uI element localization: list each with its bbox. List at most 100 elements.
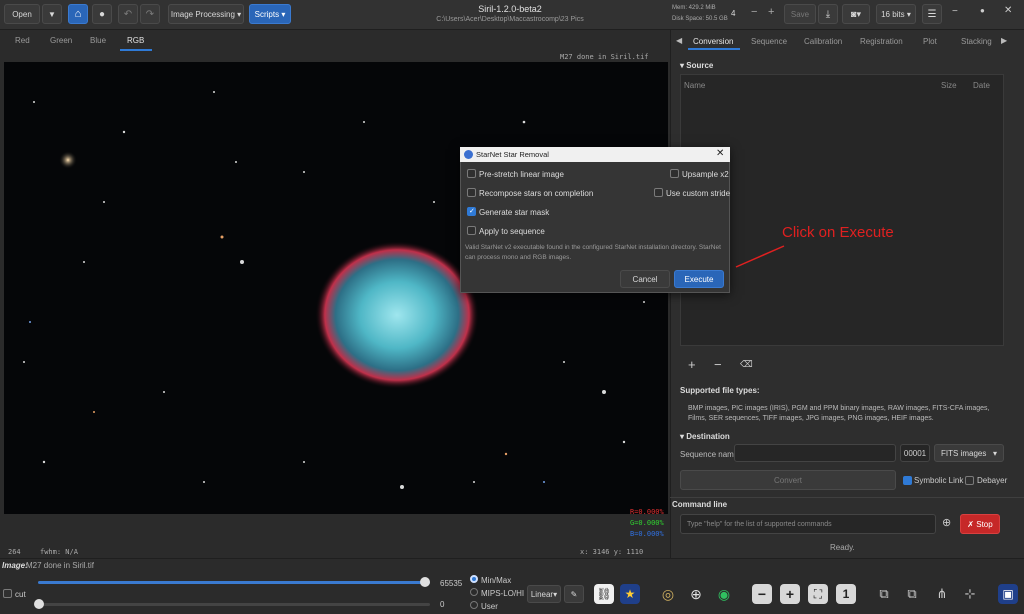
apply-sequence-checkbox[interactable]	[467, 226, 476, 235]
cancel-button[interactable]: Cancel	[620, 270, 670, 288]
save-as-button[interactable]: ⤓	[818, 4, 838, 24]
scripts-menu[interactable]: Scripts ▾	[249, 4, 291, 24]
chain-icon[interactable]: ⛓	[594, 584, 614, 604]
pixel-status: 264	[8, 548, 21, 556]
zoom-in-icon[interactable]: +	[780, 584, 800, 604]
target-icon[interactable]: ◎	[658, 584, 678, 604]
add-files-button[interactable]: +	[688, 357, 696, 372]
chevron-down-icon: ▾	[680, 432, 685, 441]
mips-radio[interactable]	[470, 588, 478, 596]
min-slider-track[interactable]	[38, 603, 430, 606]
photometry-icon[interactable]: ⋔	[932, 584, 952, 604]
zoom-fit-icon[interactable]: ⛶	[808, 584, 828, 604]
max-value[interactable]: 65535	[440, 579, 462, 588]
star-icon[interactable]: ★	[620, 584, 640, 604]
livestack-button[interactable]: ●	[92, 4, 112, 24]
output-format-select[interactable]: FITS images ▾	[934, 444, 1004, 462]
user-radio[interactable]	[470, 601, 478, 609]
right-tabs-prev-arrow[interactable]: ◀	[676, 36, 682, 45]
custom-stride-checkbox[interactable]	[654, 188, 663, 197]
maximize-button[interactable]: ●	[980, 6, 985, 15]
stop-button[interactable]: ✗ Stop	[960, 514, 1000, 534]
undo-button[interactable]: ↶	[118, 4, 138, 24]
rgb-display-icon[interactable]: ▣	[998, 584, 1018, 604]
destination-header[interactable]: ▾ Destination	[680, 432, 730, 441]
image-processing-menu[interactable]: Image Processing ▾	[168, 4, 244, 24]
cut-checkbox[interactable]	[3, 589, 12, 598]
color-picker-button[interactable]: ✎	[564, 585, 584, 603]
tab-green[interactable]: Green	[50, 36, 72, 49]
threads-count[interactable]: 4	[731, 9, 735, 18]
close-window-button[interactable]: ✕	[1004, 5, 1012, 16]
menu-icon: ☰	[927, 8, 937, 20]
tab-rgb[interactable]: RGB	[127, 36, 144, 49]
minimize-button[interactable]: −	[952, 6, 958, 17]
scale-select[interactable]: Linear ▾	[527, 585, 561, 603]
star-mask-checkbox[interactable]: ✓	[467, 207, 476, 216]
tab-blue[interactable]: Blue	[90, 36, 106, 49]
open-button[interactable]: Open	[4, 4, 40, 24]
zoom-one-icon[interactable]: 1	[836, 584, 856, 604]
tab-sequence[interactable]: Sequence	[751, 37, 787, 46]
upsample-checkbox[interactable]	[670, 169, 679, 178]
threads-increase-button[interactable]: +	[768, 6, 774, 18]
tab-registration[interactable]: Registration	[860, 37, 903, 46]
mips-label: MIPS-LO/HI	[481, 589, 525, 598]
sequence-name-input[interactable]	[734, 444, 896, 462]
recompose-checkbox[interactable]	[467, 188, 476, 197]
zoom-out-icon[interactable]: −	[752, 584, 772, 604]
prestretch-checkbox[interactable]	[467, 169, 476, 178]
clear-list-icon[interactable]: ⌫	[740, 359, 753, 370]
redo-button[interactable]: ↷	[140, 4, 160, 24]
col-size[interactable]: Size	[941, 81, 957, 90]
min-value[interactable]: 0	[440, 600, 444, 609]
open-dropdown-button[interactable]: ▼	[42, 4, 62, 24]
sequence-number-input[interactable]: 00001	[900, 444, 930, 462]
tab-stacking[interactable]: Stacking	[961, 37, 992, 46]
cut-label: cut	[15, 590, 26, 599]
save-button[interactable]: Save	[784, 4, 816, 24]
dialog-title: StarNet Star Removal	[476, 150, 549, 159]
supported-title: Supported file types:	[680, 386, 760, 395]
execute-button[interactable]: Execute	[674, 270, 724, 288]
col-date[interactable]: Date	[973, 81, 990, 90]
debayer-checkbox[interactable]	[965, 476, 974, 485]
min-slider-handle[interactable]	[34, 599, 44, 609]
right-tabs-next-arrow[interactable]: ▶	[1001, 36, 1007, 45]
bit-depth-select[interactable]: 16 bits ▾	[876, 4, 916, 24]
flip-vertical-icon[interactable]: ⧉	[902, 584, 922, 604]
dialog-info-text: Valid StarNet v2 executable found in the…	[465, 244, 721, 261]
bullseye-icon[interactable]: ◉	[714, 584, 734, 604]
snapshot-button[interactable]: ◙▾	[842, 4, 870, 24]
dialog-close-button[interactable]: ✕	[716, 148, 724, 159]
g-value: G=0.000%	[630, 519, 664, 527]
threads-decrease-button[interactable]: −	[751, 6, 757, 18]
max-slider-handle[interactable]	[420, 577, 430, 587]
hamburger-menu-button[interactable]: ☰	[922, 4, 942, 24]
tab-conversion[interactable]: Conversion	[693, 37, 733, 46]
download-icon: ⤓	[825, 8, 831, 20]
tab-calibration[interactable]: Calibration	[804, 37, 842, 46]
convert-button[interactable]: Convert	[680, 470, 896, 490]
tab-red[interactable]: Red	[15, 36, 30, 49]
max-slider-track[interactable]	[38, 581, 430, 584]
sequence-name-label: Sequence name:	[680, 450, 741, 459]
window-title: Siril-1.2.0-beta2	[478, 4, 542, 14]
window-path: C:\Users\Acer\Desktop\Maccastrocomp\23 P…	[436, 16, 584, 23]
minmax-radio[interactable]	[470, 575, 478, 583]
destination-header-label: Destination	[686, 432, 730, 441]
compass-icon[interactable]: ⊹	[960, 584, 980, 604]
globe-icon[interactable]: ⊕	[686, 584, 706, 604]
remove-files-button[interactable]: −	[714, 357, 722, 372]
tab-plot[interactable]: Plot	[923, 37, 937, 46]
eyedropper-icon: ✎	[570, 589, 578, 599]
symbolic-link-checkbox[interactable]	[903, 476, 912, 485]
col-name[interactable]: Name	[684, 81, 705, 90]
flip-horizontal-icon[interactable]: ⧉	[874, 584, 894, 604]
memory-info: Mem: 429.2 MiB	[672, 5, 716, 11]
command-help-icon[interactable]: ⊕	[942, 516, 951, 529]
command-line-input[interactable]: Type "help" for the list of supported co…	[680, 514, 936, 534]
user-label: User	[481, 602, 498, 611]
home-button[interactable]: ⌂	[68, 4, 88, 24]
source-header[interactable]: ▾ Source	[680, 61, 713, 70]
